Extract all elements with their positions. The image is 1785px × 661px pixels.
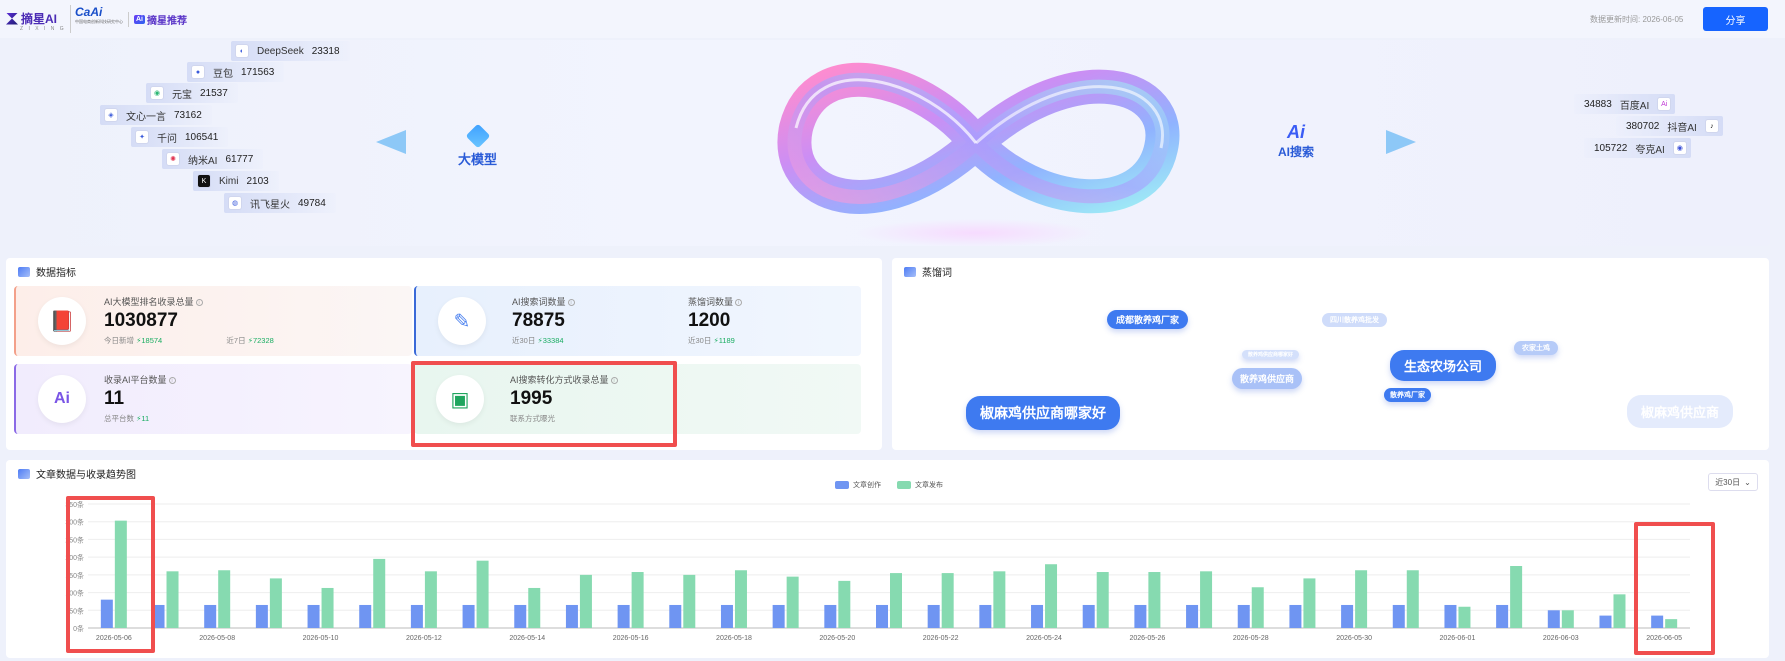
x-tick-label: 2026-05-22 (923, 635, 959, 642)
bar-create[interactable] (876, 604, 888, 628)
bar-create[interactable] (307, 604, 320, 628)
bar-publish[interactable] (1045, 564, 1058, 628)
bar-create[interactable] (359, 604, 372, 628)
bar-publish[interactable] (528, 587, 541, 628)
bar-create[interactable] (720, 604, 733, 628)
bar-publish[interactable] (631, 572, 644, 628)
bar-create[interactable] (204, 604, 217, 628)
bar-create[interactable] (669, 604, 682, 628)
bar-publish[interactable] (1406, 570, 1419, 628)
bar-publish[interactable] (1458, 606, 1471, 628)
x-tick-label: 2026-06-03 (1543, 635, 1579, 642)
bar-create[interactable] (1341, 604, 1354, 628)
bar-publish[interactable] (269, 578, 282, 628)
bar-create[interactable] (1186, 604, 1199, 628)
bar-create[interactable] (514, 604, 527, 628)
bar-publish[interactable] (941, 573, 954, 628)
bar-publish[interactable] (734, 570, 747, 628)
bar-create[interactable] (1444, 604, 1457, 628)
bar-create[interactable] (1031, 604, 1044, 628)
bar-publish[interactable] (373, 558, 386, 628)
bar-create[interactable] (1134, 604, 1147, 628)
bar-create[interactable] (462, 604, 475, 628)
highlight-box-first-day (66, 496, 155, 653)
x-tick-label: 2026-05-20 (819, 635, 855, 642)
x-tick-label: 2026-05-30 (1336, 635, 1372, 642)
bar-publish[interactable] (579, 574, 592, 628)
bar-publish[interactable] (1510, 566, 1523, 628)
x-tick-label: 2026-05-12 (406, 635, 442, 642)
bar-create[interactable] (617, 604, 630, 628)
x-tick-label: 2026-05-18 (716, 635, 752, 642)
x-tick-label: 2026-05-24 (1026, 635, 1062, 642)
bar-create[interactable] (410, 604, 423, 628)
highlight-box-last-day (1634, 522, 1715, 655)
bar-create[interactable] (1082, 604, 1095, 628)
bar-create[interactable] (565, 604, 578, 628)
bar-create[interactable] (1289, 604, 1302, 628)
bar-publish[interactable] (1303, 578, 1316, 628)
bar-publish[interactable] (1096, 572, 1109, 628)
bar-create[interactable] (1237, 604, 1250, 628)
bar-publish[interactable] (166, 571, 179, 628)
x-tick-label: 2026-05-14 (509, 635, 545, 642)
bar-publish[interactable] (424, 571, 437, 628)
bar-create[interactable] (255, 604, 268, 628)
bar-publish[interactable] (786, 576, 799, 628)
bar-publish[interactable] (1355, 570, 1368, 628)
bar-publish[interactable] (321, 587, 334, 628)
x-tick-label: 2026-05-28 (1233, 635, 1269, 642)
bar-publish[interactable] (993, 571, 1006, 628)
bar-publish[interactable] (1251, 587, 1264, 628)
bar-publish[interactable] (1613, 594, 1626, 628)
x-tick-label: 2026-05-16 (613, 635, 649, 642)
trend-chart: 0条50条100条150条200条250条300条350条2026-05-06 2… (65, 500, 1690, 642)
bar-publish[interactable] (890, 573, 902, 628)
bar-publish[interactable] (838, 580, 851, 628)
bar-create[interactable] (1392, 604, 1405, 628)
bar-publish[interactable] (1148, 572, 1161, 628)
bar-create[interactable] (824, 604, 837, 628)
bar-publish[interactable] (218, 570, 231, 628)
bar-publish[interactable] (1200, 571, 1213, 628)
x-tick-label: 2026-05-08 (199, 635, 235, 642)
bar-create[interactable] (1599, 615, 1612, 628)
bar-publish[interactable] (683, 574, 696, 628)
x-tick-label: 2026-05-26 (1129, 635, 1165, 642)
x-tick-label: 2026-06-01 (1440, 635, 1476, 642)
bar-create[interactable] (1496, 604, 1509, 628)
bar-create[interactable] (927, 604, 940, 628)
bar-publish[interactable] (476, 560, 489, 628)
bar-create[interactable] (1547, 610, 1560, 628)
bar-create[interactable] (979, 604, 992, 628)
x-tick-label: 2026-05-10 (303, 635, 339, 642)
bar-create[interactable] (772, 604, 785, 628)
bar-publish[interactable] (1561, 610, 1574, 628)
